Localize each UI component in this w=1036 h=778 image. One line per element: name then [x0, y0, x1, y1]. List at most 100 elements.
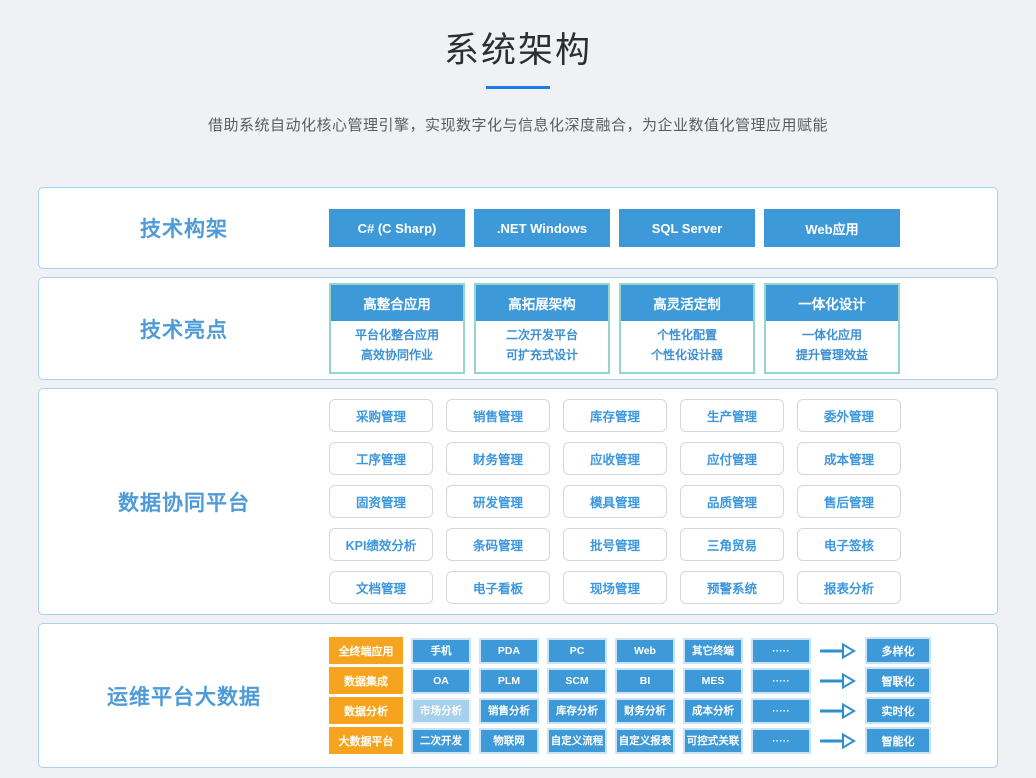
- data-platform-item: 委外管理: [797, 399, 901, 432]
- ops-platform-label: 运维平台大数据: [39, 624, 329, 767]
- section-data-platform: 数据协同平台 采购管理销售管理库存管理生产管理委外管理工序管理财务管理应收管理应…: [38, 388, 998, 615]
- ops-item: ·····: [751, 728, 811, 754]
- ops-category-label: 大数据平台: [329, 727, 403, 754]
- tech-framework-item: Web应用: [764, 209, 900, 247]
- ops-item: 二次开发: [411, 728, 471, 754]
- ops-item: PLM: [479, 668, 539, 694]
- highlight-card: 高拓展架构二次开发平台可扩充式设计: [474, 283, 610, 374]
- tech-highlight-cards: 高整合应用平台化整合应用高效协同作业高拓展架构二次开发平台可扩充式设计高灵活定制…: [329, 278, 900, 379]
- ops-item: BI: [615, 668, 675, 694]
- page-title: 系统架构: [0, 22, 1036, 73]
- ops-item: 自定义流程: [547, 728, 607, 754]
- tech-highlights-label: 技术亮点: [39, 278, 329, 379]
- data-platform-item: 应收管理: [563, 442, 667, 475]
- data-platform-item: 文档管理: [329, 571, 433, 604]
- architecture-panels: 技术构架 C# (C Sharp).NET WindowsSQL ServerW…: [38, 187, 998, 768]
- highlight-card-item: 平台化整合应用: [333, 325, 461, 345]
- ops-result-label: 实时化: [865, 697, 931, 724]
- data-platform-item: 品质管理: [680, 485, 784, 518]
- highlight-card-body: 二次开发平台可扩充式设计: [476, 321, 608, 372]
- data-platform-item: 成本管理: [797, 442, 901, 475]
- ops-item: 库存分析: [547, 698, 607, 724]
- highlight-card-item: 一体化应用: [768, 325, 896, 345]
- highlight-card-item: 个性化配置: [623, 325, 751, 345]
- tech-framework-item: .NET Windows: [474, 209, 610, 247]
- data-platform-item: 研发管理: [446, 485, 550, 518]
- highlight-card-item: 提升管理效益: [768, 345, 896, 365]
- highlight-card: 一体化设计一体化应用提升管理效益: [764, 283, 900, 374]
- highlight-card-header: 高拓展架构: [476, 285, 608, 321]
- highlight-card-body: 一体化应用提升管理效益: [766, 321, 898, 372]
- page-header: 系统架构 借助系统自动化核心管理引擎，实现数字化与信息化深度融合，为企业数值化管…: [0, 0, 1036, 135]
- ops-item: PDA: [479, 638, 539, 664]
- ops-item: 自定义报表: [615, 728, 675, 754]
- ops-platform-row: 数据集成 OA PLM SCM BI MES ····· 智联化: [329, 667, 931, 694]
- data-platform-item: 预警系统: [680, 571, 784, 604]
- ops-platform-rows: 全终端应用手机 PDA PC Web 其它终端 ····· 多样化数据集成 OA PLM SCM B…: [329, 624, 931, 767]
- highlight-card-item: 个性化设计器: [623, 345, 751, 365]
- data-platform-item: 电子看板: [446, 571, 550, 604]
- ops-item: Web: [615, 638, 675, 664]
- highlight-card-item: 二次开发平台: [478, 325, 606, 345]
- data-platform-grid: 采购管理销售管理库存管理生产管理委外管理工序管理财务管理应收管理应付管理成本管理…: [329, 389, 901, 614]
- ops-item: PC: [547, 638, 607, 664]
- tech-framework-buttons: C# (C Sharp).NET WindowsSQL ServerWeb应用: [329, 188, 900, 268]
- ops-item: 财务分析: [615, 698, 675, 724]
- data-platform-item: KPI绩效分析: [329, 528, 433, 561]
- data-platform-item: 采购管理: [329, 399, 433, 432]
- data-platform-item: 售后管理: [797, 485, 901, 518]
- section-tech-highlights: 技术亮点 高整合应用平台化整合应用高效协同作业高拓展架构二次开发平台可扩充式设计…: [38, 277, 998, 380]
- ops-item: ·····: [751, 698, 811, 724]
- arrow-right-icon: [820, 673, 856, 689]
- data-platform-item: 电子签核: [797, 528, 901, 561]
- arrow-right: [820, 673, 856, 689]
- ops-result-label: 多样化: [865, 637, 931, 664]
- ops-item: 销售分析: [479, 698, 539, 724]
- data-platform-item: 固资管理: [329, 485, 433, 518]
- ops-result-label: 智联化: [865, 667, 931, 694]
- highlight-card-header: 高整合应用: [331, 285, 463, 321]
- ops-item: 物联网: [479, 728, 539, 754]
- ops-platform-row: 全终端应用手机 PDA PC Web 其它终端 ····· 多样化: [329, 637, 931, 664]
- data-platform-item: 条码管理: [446, 528, 550, 561]
- section-ops-platform: 运维平台大数据 全终端应用手机 PDA PC Web 其它终端 ····· 多样化数据集成 O…: [38, 623, 998, 768]
- ops-item: SCM: [547, 668, 607, 694]
- data-platform-item: 库存管理: [563, 399, 667, 432]
- ops-category-label: 数据集成: [329, 667, 403, 694]
- title-underline: [486, 86, 550, 89]
- data-platform-item: 批号管理: [563, 528, 667, 561]
- data-platform-item: 模具管理: [563, 485, 667, 518]
- highlight-card: 高整合应用平台化整合应用高效协同作业: [329, 283, 465, 374]
- section-tech-framework: 技术构架 C# (C Sharp).NET WindowsSQL ServerW…: [38, 187, 998, 269]
- ops-item: ·····: [751, 668, 811, 694]
- arrow-right: [820, 703, 856, 719]
- data-platform-item: 销售管理: [446, 399, 550, 432]
- ops-item: 手机: [411, 638, 471, 664]
- ops-item: 其它终端: [683, 638, 743, 664]
- data-platform-item: 财务管理: [446, 442, 550, 475]
- data-platform-item: 工序管理: [329, 442, 433, 475]
- ops-item: 可控式关联: [683, 728, 743, 754]
- highlight-card-header: 一体化设计: [766, 285, 898, 321]
- tech-framework-label: 技术构架: [39, 188, 329, 268]
- highlight-card-body: 平台化整合应用高效协同作业: [331, 321, 463, 372]
- page-subtitle: 借助系统自动化核心管理引擎，实现数字化与信息化深度融合，为企业数值化管理应用赋能: [0, 114, 1036, 135]
- ops-item: MES: [683, 668, 743, 694]
- data-platform-item: 现场管理: [563, 571, 667, 604]
- ops-category-label: 数据分析: [329, 697, 403, 724]
- data-platform-item: 应付管理: [680, 442, 784, 475]
- ops-item: OA: [411, 668, 471, 694]
- ops-item: 市场分析: [411, 698, 471, 724]
- highlight-card-body: 个性化配置个性化设计器: [621, 321, 753, 372]
- arrow-right: [820, 733, 856, 749]
- ops-item: ·····: [751, 638, 811, 664]
- ops-result-label: 智能化: [865, 727, 931, 754]
- ops-platform-row: 大数据平台二次开发物联网自定义流程自定义报表可控式关联 ····· 智能化: [329, 727, 931, 754]
- highlight-card-item: 高效协同作业: [333, 345, 461, 365]
- arrow-right-icon: [820, 703, 856, 719]
- tech-framework-item: SQL Server: [619, 209, 755, 247]
- data-platform-item: 三角贸易: [680, 528, 784, 561]
- ops-category-label: 全终端应用: [329, 637, 403, 664]
- highlight-card-item: 可扩充式设计: [478, 345, 606, 365]
- data-platform-item: 报表分析: [797, 571, 901, 604]
